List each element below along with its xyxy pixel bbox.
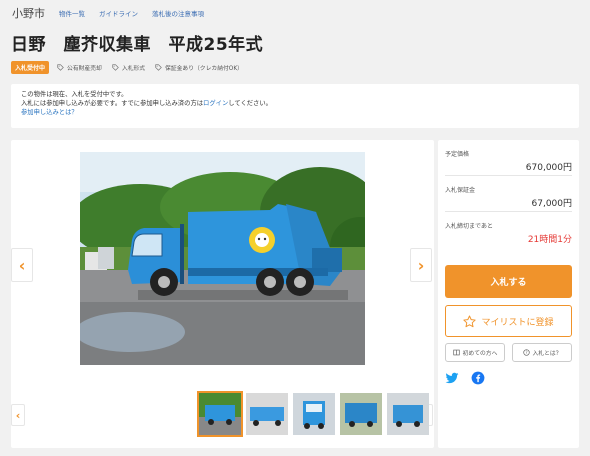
notice-text-before: 入札には参加申し込みが必要です。すでに参加申し込み済の方は	[21, 100, 204, 107]
main-photo[interactable]	[80, 152, 365, 365]
question-circle-icon: ?	[522, 349, 530, 356]
tag-icon	[112, 64, 119, 71]
nav-link-after-winning[interactable]: 落札後の注意事項	[152, 8, 204, 18]
deadline-value: 21時間1分	[527, 235, 572, 245]
tag-public-property: 公有財産売却	[57, 63, 102, 72]
tag-row: 入札受付中 公有財産売却 入札形式 保証金あり（クレカ納付OK）	[11, 61, 253, 74]
next-photo-button[interactable]: ›	[410, 248, 432, 282]
thumbnail-2[interactable]	[244, 391, 290, 437]
notice-text-after: してください。	[228, 100, 272, 107]
deposit-block: 入札保証金 67,000円	[445, 176, 572, 212]
beginner-guide-button[interactable]: 初めての方へ	[445, 343, 505, 362]
thumbnail-5[interactable]	[385, 391, 431, 437]
prev-photo-button[interactable]: ‹	[11, 248, 33, 282]
book-icon	[452, 349, 460, 356]
facebook-icon[interactable]	[471, 371, 485, 385]
about-bidding-button[interactable]: ? 入札とは？	[512, 343, 572, 362]
photo-gallery: ‹ › ‹ ›	[11, 140, 434, 448]
tag-icon	[57, 64, 64, 71]
deposit-label: 入札保証金	[445, 187, 476, 194]
deadline-label: 入札締切まであと	[445, 223, 493, 230]
thumbnail-image	[340, 393, 382, 435]
top-nav: 小野市 物件一覧 ガイドライン 落札後の注意事項	[0, 0, 590, 26]
svg-text:?: ?	[525, 350, 527, 355]
tag-icon	[155, 64, 162, 71]
mylist-button-label: マイリストに登録	[481, 317, 554, 328]
thumbnail-image	[293, 393, 335, 435]
twitter-icon[interactable]	[445, 371, 459, 385]
bid-notice: この物件は現在、入札を受付中です。 入札には参加申し込みが必要です。すでに参加申…	[11, 84, 579, 128]
prev-thumbs-button[interactable]: ‹	[11, 404, 25, 426]
page-title: 日野 塵芥収集車 平成25年式	[11, 35, 264, 55]
notice-line-1: この物件は現在、入札を受付中です。	[21, 91, 128, 98]
status-badge: 入札受付中	[11, 61, 50, 74]
thumbnail-4[interactable]	[338, 391, 384, 437]
thumbnail-image	[387, 393, 429, 435]
participation-help-link[interactable]: 参加申し込みとは？	[21, 109, 78, 116]
add-to-mylist-button[interactable]: マイリストに登録	[445, 305, 572, 337]
bid-sidebar: 予定価格 670,000円 入札保証金 67,000円 入札締切まであと 21時…	[438, 140, 579, 448]
thumbnail-1[interactable]	[197, 391, 243, 437]
star-icon	[463, 314, 477, 327]
tag-label: 入札形式	[121, 66, 146, 72]
thumbnail-image	[246, 393, 288, 435]
nav-link-listings[interactable]: 物件一覧	[59, 8, 85, 18]
notice-line-2: 入札には参加申し込みが必要です。すでに参加申し込み済の方はログインしてください。	[21, 99, 569, 108]
expected-price-value: 670,000円	[525, 163, 572, 173]
bid-button[interactable]: 入札する	[445, 265, 572, 298]
expected-price-label: 予定価格	[445, 151, 470, 158]
chevron-left-icon: ‹	[18, 255, 26, 275]
beginner-guide-label: 初めての方へ	[462, 351, 498, 357]
thumbnail-strip	[197, 391, 432, 437]
about-bidding-label: 入札とは？	[532, 351, 562, 357]
site-brand[interactable]: 小野市	[12, 5, 45, 21]
nav-link-guidelines[interactable]: ガイドライン	[99, 8, 138, 18]
tag-deposit: 保証金あり（クレカ納付OK）	[155, 63, 243, 72]
expected-price-block: 予定価格 670,000円	[445, 140, 572, 176]
thumbnail-image	[199, 393, 241, 435]
thumbnail-3[interactable]	[291, 391, 337, 437]
tag-label: 保証金あり（クレカ納付OK）	[165, 66, 243, 72]
deposit-value: 67,000円	[531, 199, 573, 209]
deadline-block: 入札締切まであと 21時間1分	[445, 212, 572, 248]
chevron-left-icon: ‹	[15, 408, 21, 422]
tag-bid-format: 入札形式	[112, 63, 145, 72]
chevron-right-icon: ›	[417, 255, 425, 275]
tag-label: 公有財産売却	[67, 66, 102, 72]
garbage-truck-photo	[80, 152, 365, 365]
login-link[interactable]: ログイン	[203, 100, 228, 107]
